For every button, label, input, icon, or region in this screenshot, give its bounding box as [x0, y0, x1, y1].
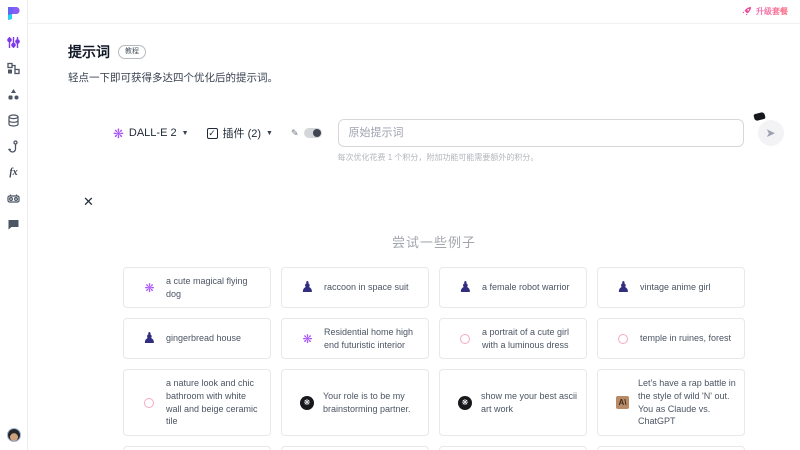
arena-icon[interactable]: [7, 87, 21, 101]
examples-grid: ❋ a cute magical flying dog ♟ raccoon in sp…: [123, 267, 745, 450]
example-text: a female robot warrior: [482, 281, 570, 294]
plugins-label: 插件 (2): [223, 125, 262, 141]
openai-flower-purple: ❋: [142, 280, 157, 295]
pawn-indigo: ♟: [616, 280, 631, 295]
sidebar-nav: fx: [7, 35, 21, 231]
rocket-icon: [742, 4, 752, 19]
paper-plane-icon: ➤: [766, 126, 776, 140]
database-icon[interactable]: [7, 113, 21, 127]
examples-heading: 尝试一些例子: [68, 232, 800, 251]
upgrade-label: 升级套餐: [756, 6, 788, 17]
example-card[interactable]: ♟ gingerbread house: [123, 318, 271, 359]
example-card[interactable]: ❋ Your role is to be my brainstorming par…: [281, 369, 429, 435]
chevron-down-icon: ▼: [182, 130, 189, 137]
chevron-down-icon: ▼: [266, 130, 273, 137]
example-text: gingerbread house: [166, 332, 241, 345]
plugins-checkbox[interactable]: ✓: [207, 128, 218, 139]
pawn-indigo: ♟: [300, 280, 315, 295]
sidebar: fx: [0, 0, 28, 450]
example-text: Your role is to be my brainstorming part…: [323, 390, 420, 415]
binoculars-icon[interactable]: [7, 191, 21, 205]
anthropic-tan: A\: [616, 396, 629, 409]
example-text: raccoon in space suit: [324, 281, 409, 294]
prompt-input-wrap: 每次优化花费 1 个积分，附加功能可能需要额外的积分。: [338, 119, 744, 163]
example-text: vintage anime girl: [640, 281, 711, 294]
example-text: a nature look and chic bathroom with whi…: [166, 377, 262, 427]
model-select[interactable]: ❋ DALL-E 2 ▼: [113, 119, 189, 147]
function-icon[interactable]: fx: [7, 165, 21, 179]
promptperfect-logo[interactable]: [6, 6, 21, 21]
example-text: temple in ruines, forest: [640, 332, 731, 345]
chatgpt-black: ❋: [458, 396, 472, 410]
credit-note: 每次优化花费 1 个积分，附加功能可能需要额外的积分。: [338, 152, 744, 163]
send-button[interactable]: ➤: [758, 120, 784, 146]
openai-model-icon: ❋: [113, 127, 124, 140]
app-window: fx: [0, 0, 800, 450]
pen-icon: ✎: [291, 128, 299, 139]
example-text: a cute magical flying dog: [166, 275, 262, 300]
chat-icon[interactable]: [7, 217, 21, 231]
ring-pink: [460, 334, 470, 344]
openai-flower-purple: ❋: [300, 331, 315, 346]
example-card[interactable]: ❋ Residential home high end futuristic in…: [281, 318, 429, 359]
example-text: a portrait of a cute girl with a luminou…: [482, 326, 578, 351]
chatgpt-black: ❋: [300, 396, 314, 410]
example-card[interactable]: temple in ruines, forest: [597, 318, 745, 359]
ring-pink: [144, 398, 154, 408]
model-label: DALL-E 2: [129, 127, 177, 139]
page-title: 提示词 教程: [68, 42, 800, 62]
example-card[interactable]: ♟ raccoon in space suit: [281, 267, 429, 308]
flow-icon[interactable]: [7, 61, 21, 75]
example-card[interactable]: a portrait of a cute girl with a luminou…: [439, 318, 587, 359]
pawn-indigo: ♟: [142, 331, 157, 346]
example-card[interactable]: A\Tell me you have boyfriend without tel…: [123, 446, 271, 450]
send-wrap: ➤: [758, 119, 784, 146]
main-content: 提示词 教程 轻点一下即可获得多达四个优化后的提示词。 ❋ DALL-E 2 ▼…: [28, 24, 800, 450]
pawn-indigo: ♟: [458, 280, 473, 295]
example-text: Residential home high end futuristic int…: [324, 326, 420, 351]
example-text: Let's have a rap battle in the style of …: [638, 377, 736, 427]
composer: ❋ DALL-E 2 ▼ ✓ 插件 (2) ▼ ✎ 每次优化花费 1 个积分，附…: [113, 119, 800, 163]
mode-toggle[interactable]: [304, 128, 322, 138]
example-card[interactable]: ♟ vintage anime girl: [597, 267, 745, 308]
user-avatar[interactable]: [7, 428, 21, 442]
tutorial-badge[interactable]: 教程: [118, 45, 146, 58]
plugins-select[interactable]: ✓ 插件 (2) ▼: [207, 119, 273, 147]
hook-icon[interactable]: [7, 139, 21, 153]
example-card[interactable]: ❋ a cute magical flying dog: [123, 267, 271, 308]
mode-toggle-group: ✎: [291, 119, 322, 147]
page-subtitle: 轻点一下即可获得多达四个优化后的提示词。: [68, 70, 800, 85]
example-card[interactable]: A\Alice, Bob, and Claire are playing a g…: [281, 446, 429, 450]
tune-icon[interactable]: [7, 35, 21, 49]
ring-pink: [618, 334, 628, 344]
example-card[interactable]: ❋请告诉我以下陈述是否包含时代错误：在盟军轰炸硫磺岛海滩期间，拉尔夫大声...: [597, 446, 745, 450]
example-text: show me your best ascii art work: [481, 390, 578, 415]
example-card[interactable]: ❋create a story with only words less tha…: [439, 446, 587, 450]
example-card[interactable]: ♟ a female robot warrior: [439, 267, 587, 308]
upgrade-button[interactable]: 升级套餐: [742, 4, 788, 19]
topbar: 升级套餐: [28, 0, 800, 24]
close-icon[interactable]: ✕: [83, 195, 97, 208]
example-card[interactable]: ❋ show me your best ascii art work: [439, 369, 587, 435]
example-card[interactable]: A\ Let's have a rap battle in the style o…: [597, 369, 745, 435]
example-card[interactable]: a nature look and chic bathroom with whi…: [123, 369, 271, 435]
ink-blob-decoration: [753, 112, 765, 121]
prompt-input[interactable]: [338, 119, 744, 147]
